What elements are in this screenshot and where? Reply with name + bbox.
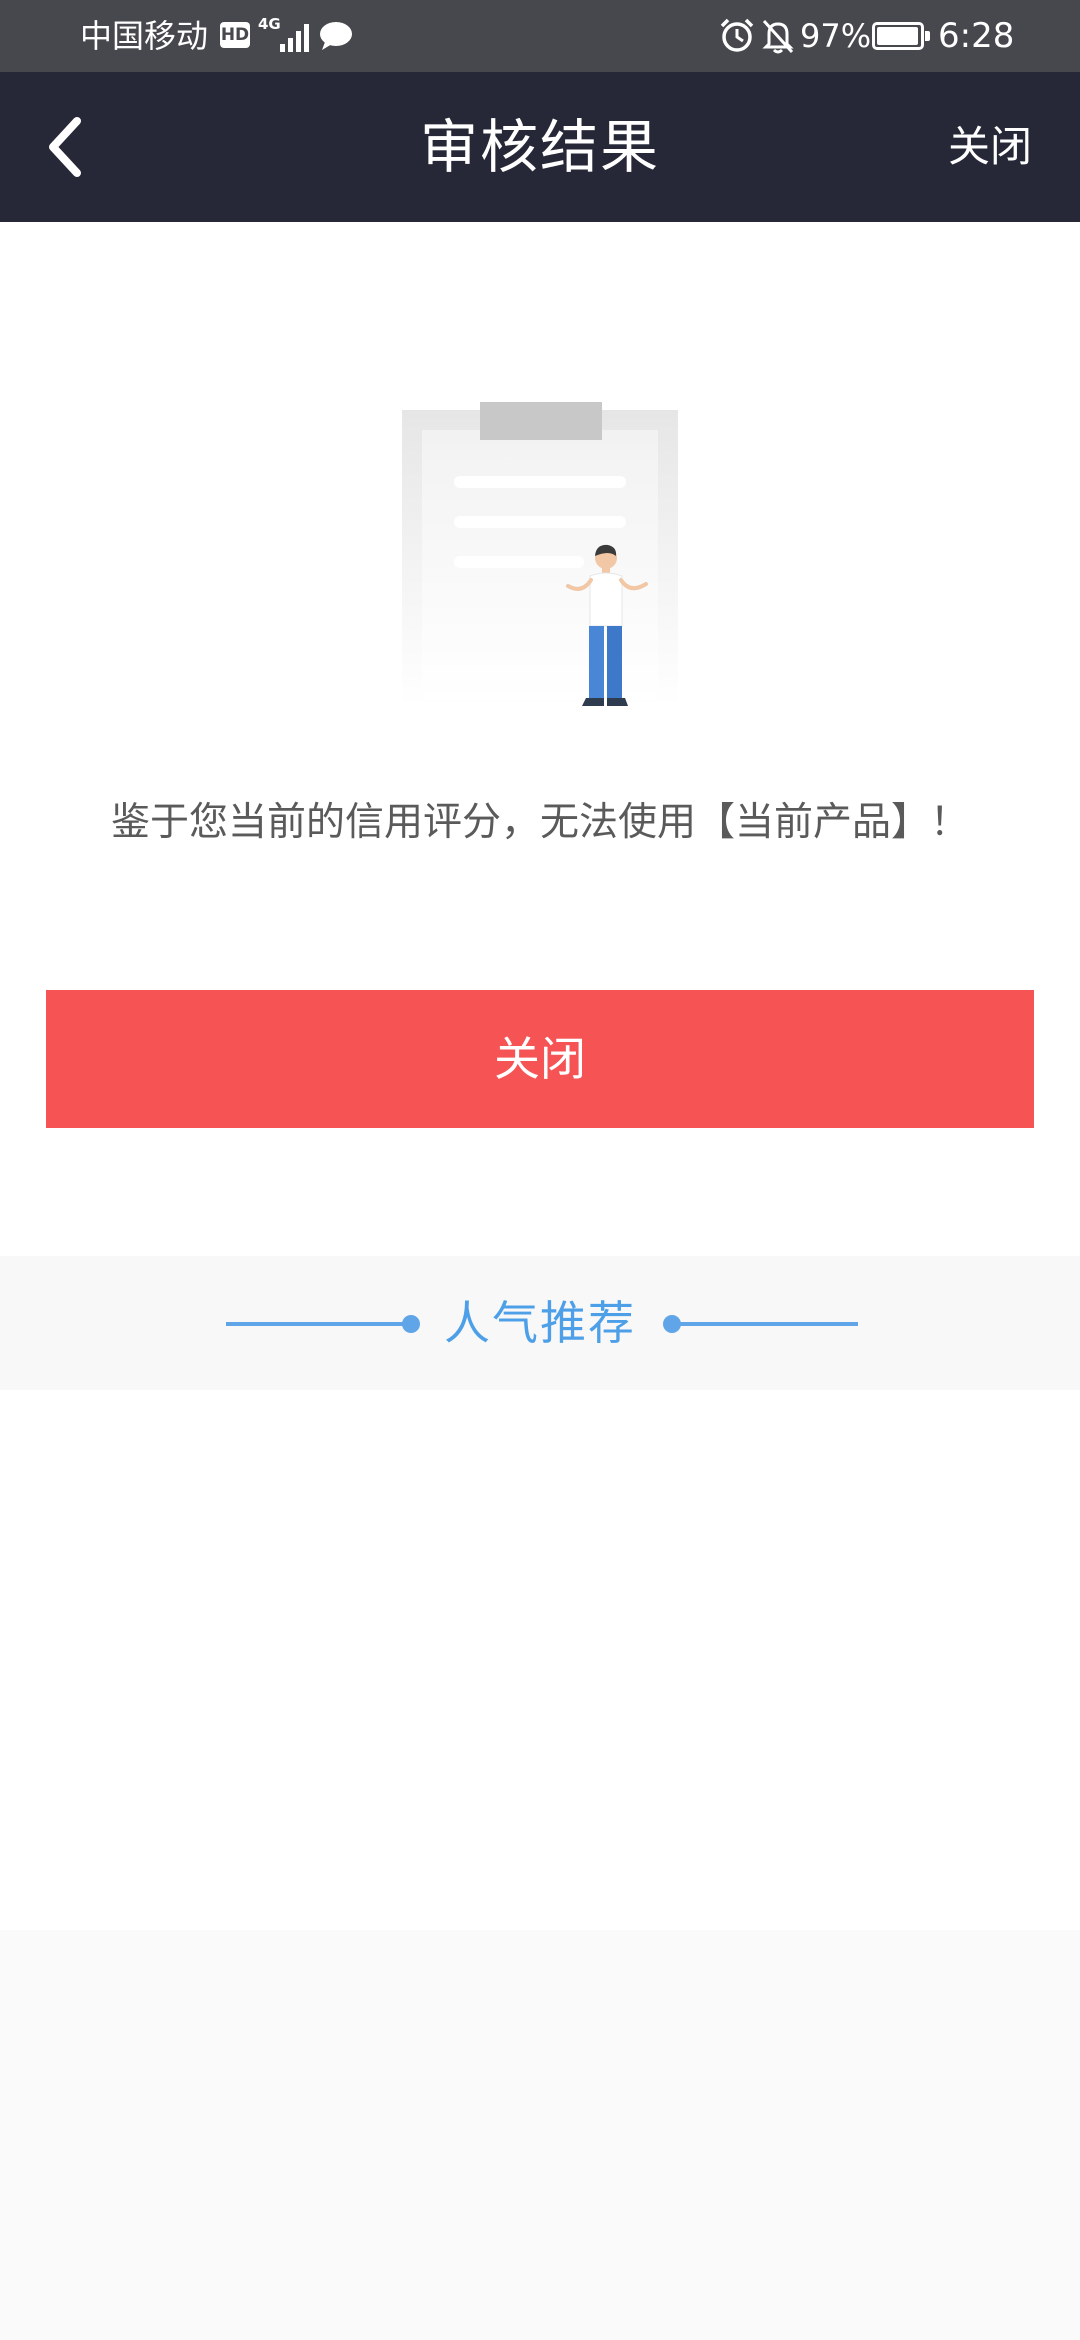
clipboard-person-shrug-illustration <box>402 402 678 706</box>
bottom-area <box>0 1930 1080 2340</box>
clock: 6:28 <box>938 16 1015 56</box>
close-button[interactable]: 关闭 <box>46 990 1034 1128</box>
battery-fill <box>877 27 918 45</box>
alarm-icon <box>720 18 754 52</box>
divider-line-right <box>672 1322 858 1326</box>
status-bar: 中国移动 HD 4G 97% 6:28 <box>0 0 1080 72</box>
header-bar: 审核结果 关闭 <box>0 72 1080 222</box>
credit-score-message: 鉴于您当前的信用评分，无法使用【当前产品】！ <box>110 800 969 845</box>
carrier-name: 中国移动 <box>80 17 209 55</box>
page-title: 审核结果 <box>419 113 660 181</box>
battery-icon <box>872 22 930 50</box>
recommend-section: 人气推荐 <box>0 1256 1080 1390</box>
hd-icon: HD <box>220 22 250 48</box>
recommend-title: 人气推荐 <box>444 1296 636 1350</box>
message-icon <box>320 22 352 50</box>
mute-bell-icon <box>762 19 794 54</box>
header-close-button[interactable]: 关闭 <box>948 72 1032 222</box>
signal-icon <box>270 20 312 52</box>
screen: 中国移动 HD 4G 97% 6:28 审核结果 关闭 鉴于您当前的信用评分，无… <box>0 0 1080 2340</box>
battery-percent: 97% <box>800 17 872 55</box>
